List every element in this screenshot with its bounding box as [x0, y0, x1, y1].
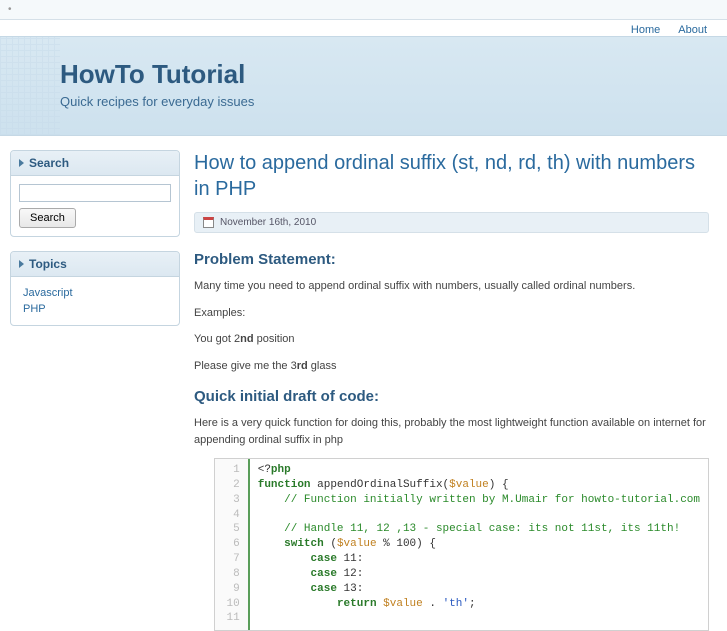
search-title-text: Search — [29, 156, 69, 170]
topic-link-javascript[interactable]: Javascript — [19, 285, 171, 301]
sidebar: Search Search Topics Javascript PHP — [10, 150, 180, 340]
site-tagline: Quick recipes for everyday issues — [60, 94, 697, 109]
para: Here is a very quick function for doing … — [194, 415, 709, 448]
nav-home[interactable]: Home — [631, 24, 660, 36]
section-problem: Problem Statement: — [194, 251, 709, 268]
para: Many time you need to append ordinal suf… — [194, 278, 709, 295]
main-content: How to append ordinal suffix (st, nd, rd… — [194, 150, 717, 631]
topics-title-text: Topics — [29, 257, 67, 271]
post-date: November 16th, 2010 — [220, 217, 316, 228]
top-nav: Home About — [0, 20, 727, 36]
para: Examples: — [194, 305, 709, 322]
topics-widget-title: Topics — [11, 252, 179, 277]
para: You got 2nd position — [194, 331, 709, 348]
para: Please give me the 3rd glass — [194, 358, 709, 375]
section-code: Quick initial draft of code: — [194, 388, 709, 405]
search-input[interactable] — [19, 184, 171, 202]
site-title: HowTo Tutorial — [60, 59, 697, 90]
nav-about[interactable]: About — [678, 24, 707, 36]
search-widget: Search Search — [10, 150, 180, 237]
calendar-icon — [203, 217, 214, 228]
arrow-icon — [19, 159, 24, 167]
search-widget-title: Search — [11, 151, 179, 176]
site-header: HowTo Tutorial Quick recipes for everyda… — [0, 36, 727, 136]
topic-link-php[interactable]: PHP — [19, 301, 171, 317]
browser-chrome: • — [0, 0, 727, 20]
topics-widget: Topics Javascript PHP — [10, 251, 180, 326]
search-button[interactable]: Search — [19, 208, 76, 228]
post-title: How to append ordinal suffix (st, nd, rd… — [194, 150, 709, 202]
chrome-dot: • — [8, 4, 12, 15]
post-meta: November 16th, 2010 — [194, 212, 709, 233]
arrow-icon — [19, 260, 24, 268]
